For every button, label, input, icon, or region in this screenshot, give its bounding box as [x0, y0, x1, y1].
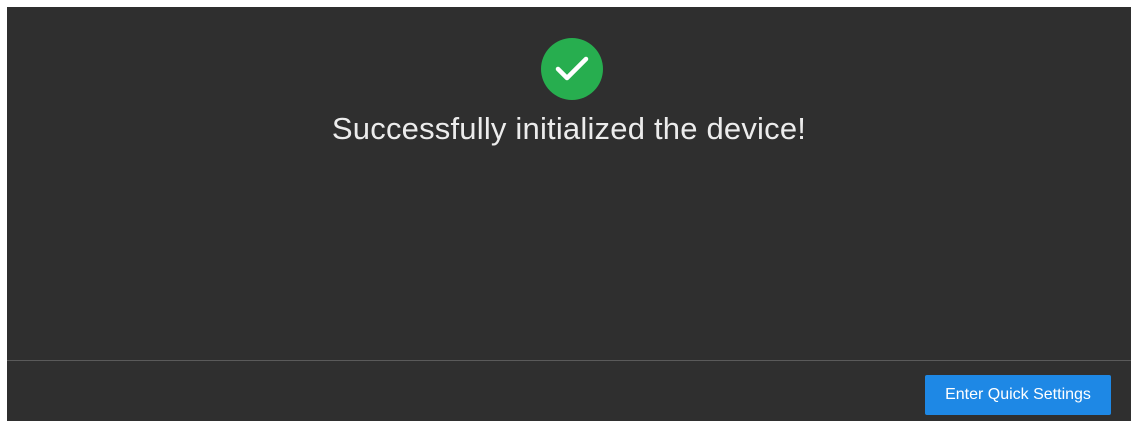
dialog-footer: Enter Quick Settings — [7, 361, 1131, 421]
success-dialog: Successfully initialized the device! Ent… — [7, 7, 1131, 421]
success-message: Successfully initialized the device! — [331, 111, 807, 146]
dialog-content: Successfully initialized the device! — [7, 7, 1131, 360]
success-check-icon — [541, 38, 603, 100]
enter-quick-settings-button[interactable]: Enter Quick Settings — [925, 375, 1111, 415]
checkmark-icon — [555, 56, 589, 81]
